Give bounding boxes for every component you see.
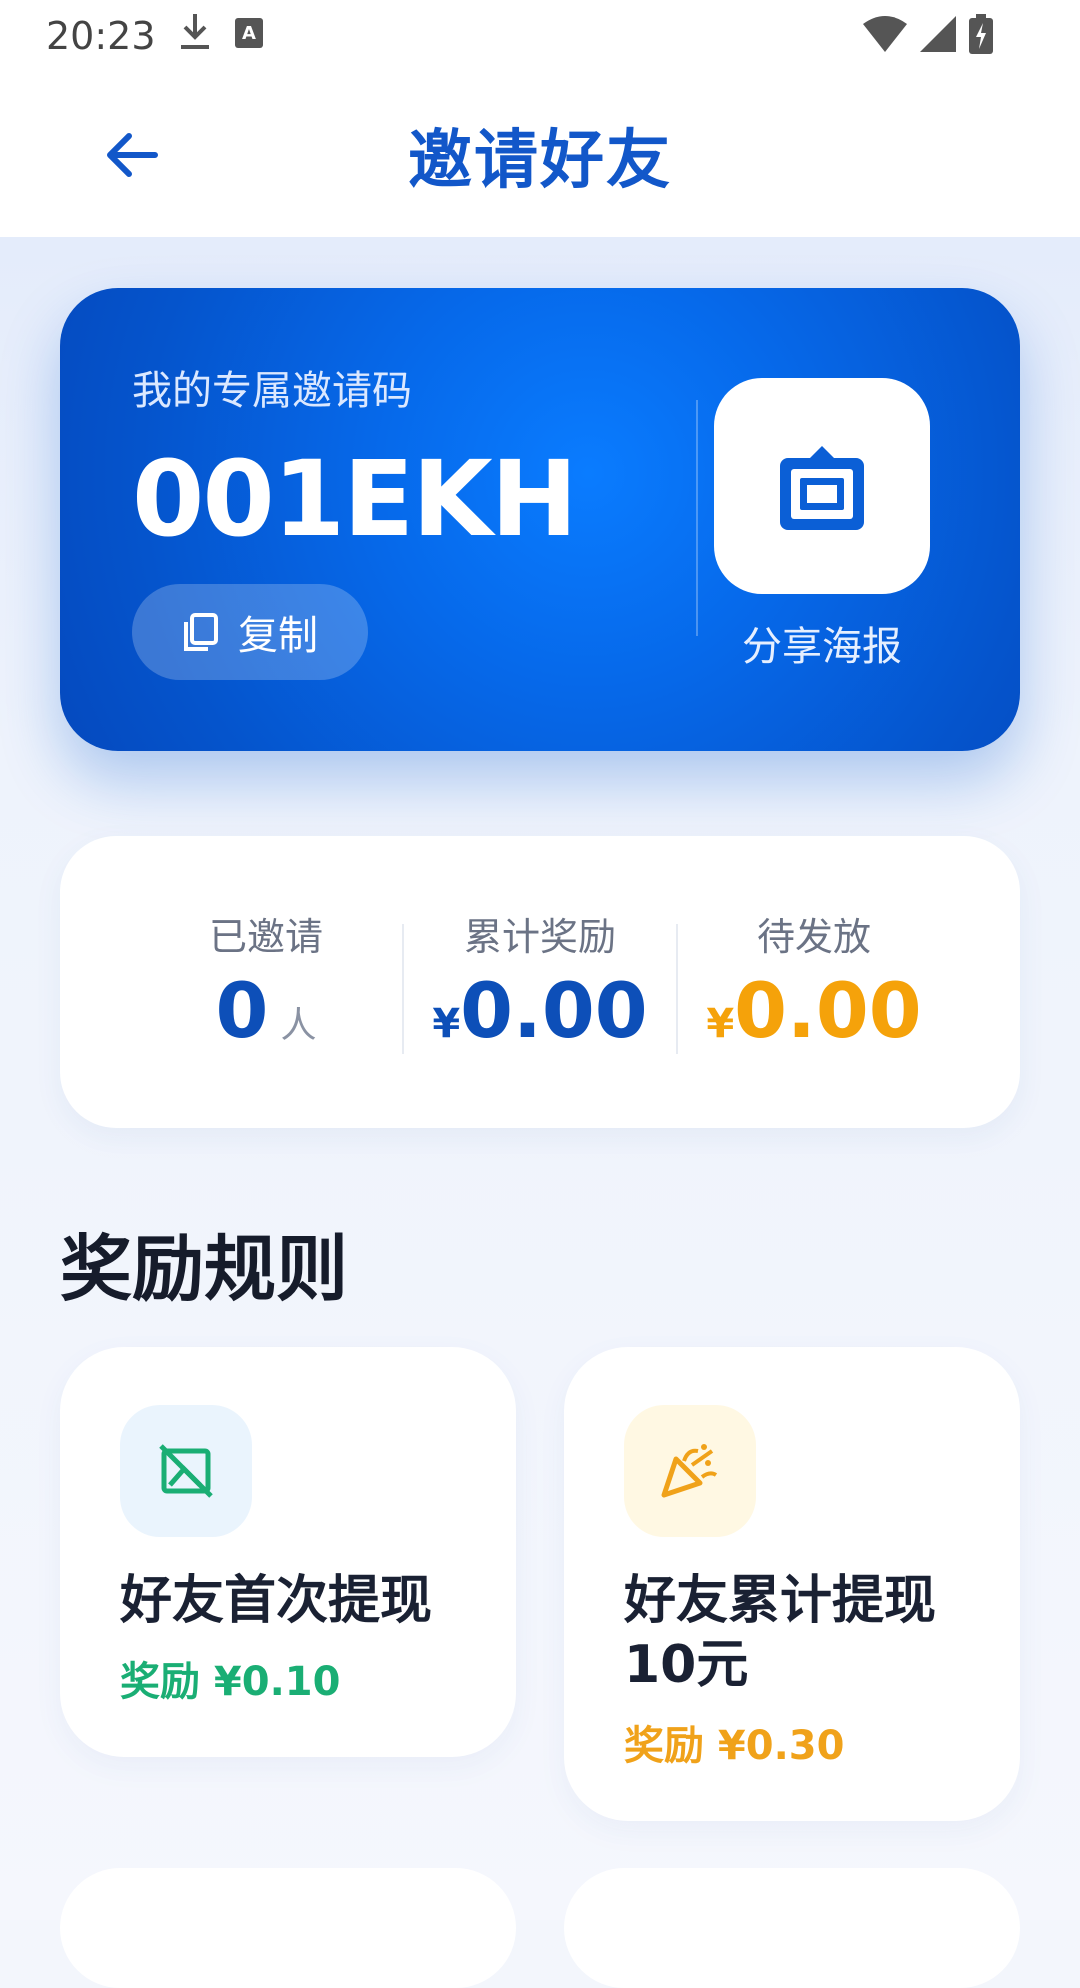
page-title: 邀请好友 [408,123,672,198]
currency-symbol: ¥ [706,1001,735,1047]
stat-value-row: ¥0.00 [404,966,676,1055]
rule-icon-box [624,1405,756,1537]
rule-reward: 奖励 ¥0.30 [624,1723,845,1769]
rule-card-partial [60,1868,516,1988]
share-poster-icon [780,446,864,530]
copy-icon [184,613,218,651]
wifi-icon [862,14,908,58]
share-poster-button[interactable] [714,378,930,594]
share-poster-label: 分享海报 [742,624,902,670]
stat-unit: 人 [280,1005,317,1046]
rule-icon-box [120,1405,252,1537]
rule-reward: 奖励 ¥0.10 [120,1659,341,1705]
keyboard-icon: A [234,14,264,58]
rule-title: 好友首次提现 [120,1571,433,1631]
stat-total-reward: 累计奖励 ¥0.00 [404,836,676,1128]
invite-code-label: 我的专属邀请码 [132,368,412,414]
rule-title: 好友累计提现10元 [624,1571,937,1695]
rule-card-cumulative-withdrawal: 好友累计提现10元 奖励 ¥0.30 [564,1347,1020,1821]
download-icon [178,12,212,61]
stat-value-row: 0人 [130,966,402,1055]
currency-symbol: ¥ [432,1001,461,1047]
back-button[interactable] [100,123,164,187]
stat-label: 待发放 [756,915,871,959]
invite-code-card: 我的专属邀请码 001EKH 复制 分享海报 [60,288,1020,751]
stat-pending: 待发放 ¥0.00 [678,836,950,1128]
stat-value: 0 [215,966,269,1055]
copy-label: 复制 [238,613,318,659]
arrow-left-icon [107,132,158,177]
party-popper-icon [661,1444,718,1498]
card-divider [696,400,698,636]
stat-value: 0.00 [460,966,648,1055]
app-bar: 邀请好友 [0,72,1080,237]
status-bar: 20:23 A [0,0,1080,72]
status-time: 20:23 [46,14,156,58]
rule-card-first-withdrawal: 好友首次提现 奖励 ¥0.10 [60,1347,516,1757]
stat-value: 0.00 [734,966,922,1055]
svg-text:A: A [242,23,256,44]
invite-code-value: 001EKH [132,438,578,560]
stat-label: 累计奖励 [463,915,616,959]
no-image-icon [159,1444,213,1498]
section-title-rules: 奖励规则 [60,1227,349,1311]
invite-stats-card: 已邀请 0人 累计奖励 ¥0.00 待发放 ¥0.00 [60,836,1020,1128]
battery-charging-icon [968,13,994,59]
rule-card-partial [564,1868,1020,1988]
stat-label: 已邀请 [208,915,323,959]
copy-code-button[interactable]: 复制 [132,584,368,680]
stat-value-row: ¥0.00 [678,966,950,1055]
signal-icon [918,14,958,58]
stat-invited: 已邀请 0人 [130,836,402,1128]
